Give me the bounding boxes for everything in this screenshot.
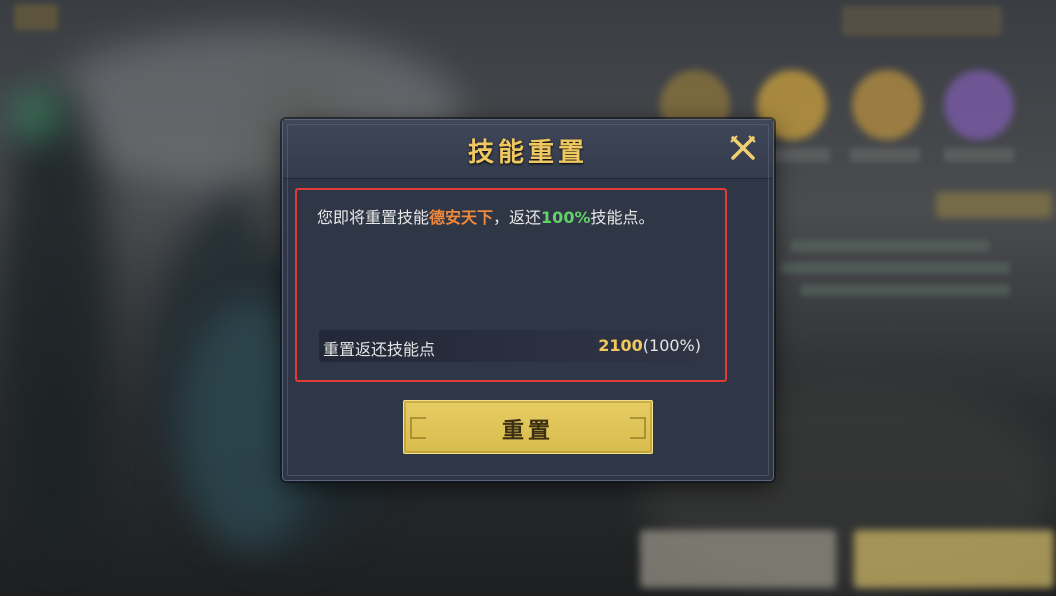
- reset-button[interactable]: 重置: [403, 400, 653, 454]
- dialog-title: 技能重置: [467, 138, 588, 168]
- refund-label: 重置返还技能点: [323, 340, 436, 359]
- skill-name: 德安天下: [429, 208, 494, 227]
- message-prefix: 您即将重置技能: [317, 208, 430, 227]
- refund-points: 2100: [598, 336, 643, 355]
- message-middle: ，返还: [493, 208, 542, 227]
- hud-skill-icon: [944, 70, 1014, 140]
- hud-bar: [936, 192, 1052, 218]
- hud-top-left-badge: [14, 4, 58, 30]
- reset-button-label: 重置: [501, 418, 554, 444]
- reset-message: 您即将重置技能德安天下，返还100%技能点。: [317, 204, 697, 231]
- hud-skill-icon: [852, 70, 922, 140]
- skill-reset-dialog: 技能重置 您即将重置技能德安天下，返还100%技能点。 重置返还技能点 2100…: [282, 119, 774, 481]
- dialog-header: 技能重置: [283, 120, 773, 179]
- refund-value: 2100(100%): [598, 336, 701, 355]
- hud-text-line: [800, 284, 1010, 296]
- hud-text-line: [780, 262, 1010, 274]
- close-button[interactable]: [727, 132, 759, 164]
- hud-icon-label: [944, 148, 1014, 162]
- hud-button-right: [854, 530, 1054, 588]
- hud-text-line: [790, 240, 990, 252]
- reset-info-box: 您即将重置技能德安天下，返还100%技能点。 重置返还技能点 2100(100%…: [295, 188, 727, 382]
- refund-percent: (100%): [642, 336, 701, 355]
- hud-icon-label: [850, 148, 920, 162]
- hud-top-right-panel: [842, 6, 1002, 36]
- close-icon: [730, 135, 756, 160]
- refund-row: 重置返还技能点 2100(100%): [319, 330, 705, 362]
- refund-percent-text: 100%: [541, 208, 591, 227]
- message-suffix: 技能点。: [590, 208, 655, 227]
- hud-button-left: [640, 530, 836, 588]
